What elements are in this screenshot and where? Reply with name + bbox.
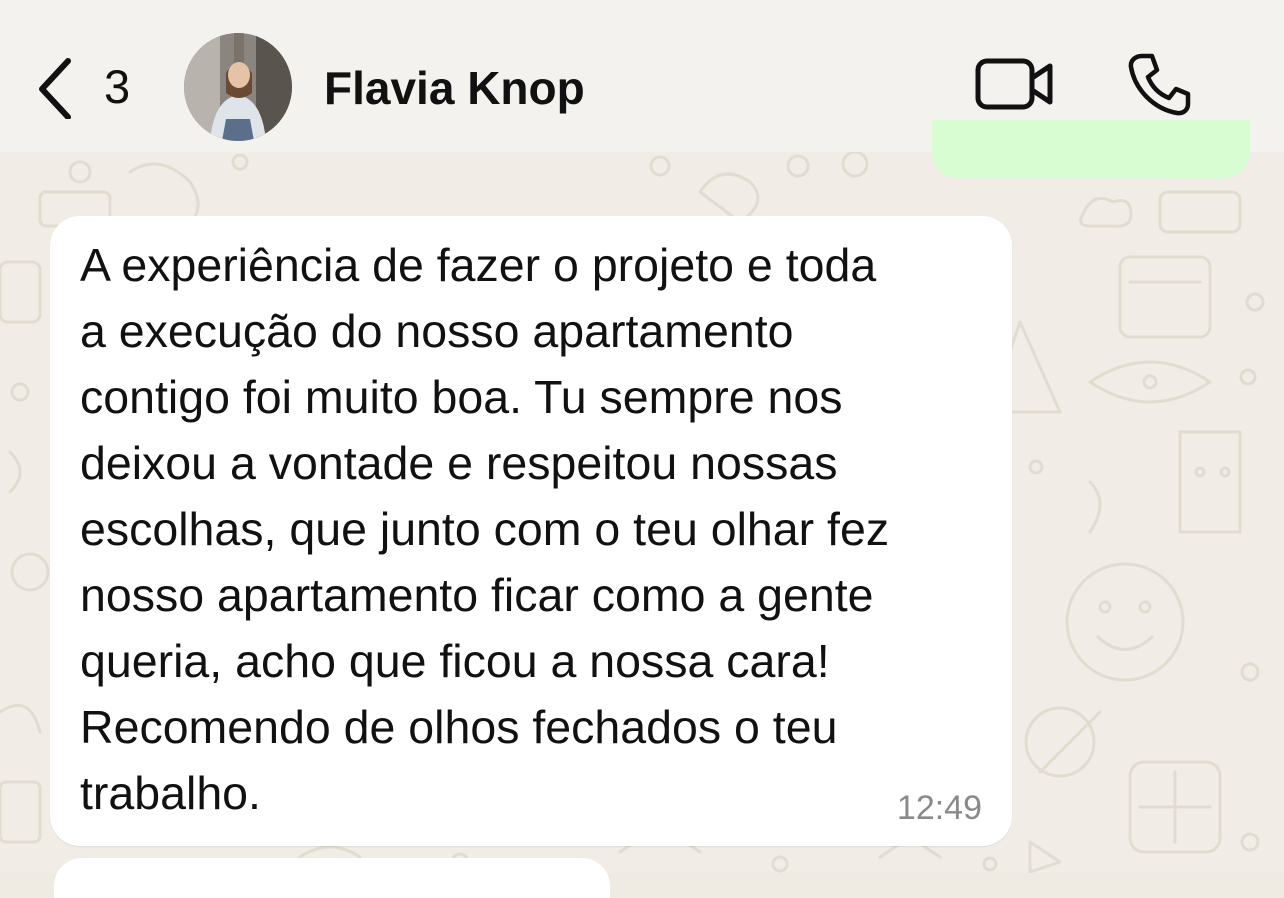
phone-icon [1128,53,1191,116]
contact-photo [184,33,292,141]
message-text: A experiência de fazer o projeto e toda … [80,239,890,819]
video-call-button[interactable] [972,52,1058,116]
chevron-left-icon [39,58,71,119]
previous-outgoing-bubble [932,120,1250,178]
voice-call-button[interactable] [1124,50,1194,120]
message-timestamp: 12:49 [896,789,982,827]
avatar[interactable] [184,33,292,141]
back-button[interactable]: 3 [32,52,142,122]
video-camera-icon [975,58,1053,110]
unread-count: 3 [104,60,131,113]
next-incoming-bubble [54,858,610,898]
contact-name[interactable]: Flavia Knop [324,62,585,114]
incoming-message-bubble[interactable]: A experiência de fazer o projeto e toda … [50,216,1012,846]
